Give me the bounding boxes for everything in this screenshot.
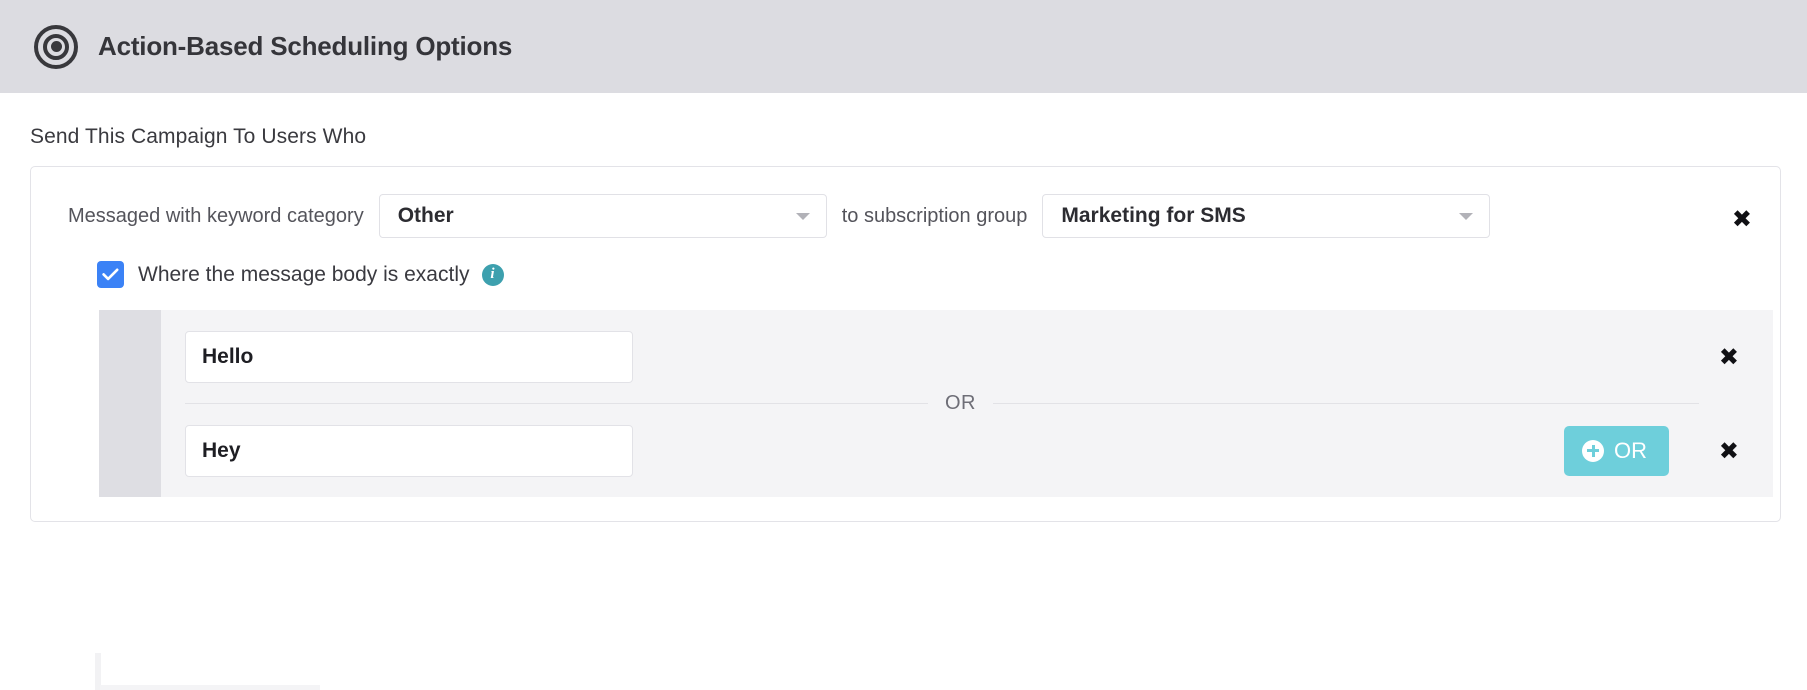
add-or-condition-label: OR bbox=[1614, 437, 1647, 463]
message-body-checkbox-label: Where the message body is exactly bbox=[138, 262, 470, 286]
info-circle-icon[interactable]: i bbox=[481, 263, 504, 286]
message-body-input-1[interactable] bbox=[185, 330, 633, 383]
plus-circle-icon bbox=[1582, 439, 1604, 462]
condition-middle-label: to subscription group bbox=[841, 204, 1028, 227]
keyword-category-select[interactable]: Other bbox=[378, 194, 827, 238]
message-body-checkbox-row: Where the message body is exactly i bbox=[31, 261, 1780, 288]
remove-value-button-1[interactable]: ✖ bbox=[1719, 345, 1739, 369]
message-body-checkbox[interactable] bbox=[97, 261, 124, 288]
chevron-down-icon bbox=[1459, 213, 1474, 220]
value-row: ✖ bbox=[161, 310, 1773, 403]
subscription-group-select[interactable]: Marketing for SMS bbox=[1042, 194, 1491, 238]
group-accent-bar bbox=[99, 310, 161, 497]
condition-row: Messaged with keyword category Other to … bbox=[31, 193, 1780, 239]
remove-value-button-2[interactable]: ✖ bbox=[1719, 439, 1739, 463]
condition-prefix-label: Messaged with keyword category bbox=[68, 204, 364, 227]
chevron-down-icon bbox=[795, 213, 810, 220]
value-row: OR ✖ bbox=[161, 404, 1773, 497]
condition-card: Messaged with keyword category Other to … bbox=[30, 166, 1781, 522]
bullseye-target-icon bbox=[34, 24, 78, 69]
group-content: ✖ OR OR ✖ bbox=[161, 310, 1773, 497]
keyword-category-value: Other bbox=[397, 204, 454, 227]
message-body-values-group: ✖ OR OR ✖ bbox=[99, 310, 1773, 497]
page-title: Action-Based Scheduling Options bbox=[98, 31, 513, 61]
add-or-condition-button[interactable]: OR bbox=[1564, 425, 1669, 476]
panel-body: Send This Campaign To Users Who Messaged… bbox=[0, 93, 1807, 690]
subscription-group-value: Marketing for SMS bbox=[1061, 204, 1246, 227]
flow-connector-base bbox=[100, 685, 320, 690]
section-heading: Send This Campaign To Users Who bbox=[30, 125, 367, 148]
remove-condition-button[interactable]: ✖ bbox=[1732, 207, 1752, 231]
message-body-input-2[interactable] bbox=[185, 424, 633, 477]
panel-header: Action-Based Scheduling Options bbox=[0, 0, 1807, 93]
checkmark-icon bbox=[102, 268, 119, 281]
